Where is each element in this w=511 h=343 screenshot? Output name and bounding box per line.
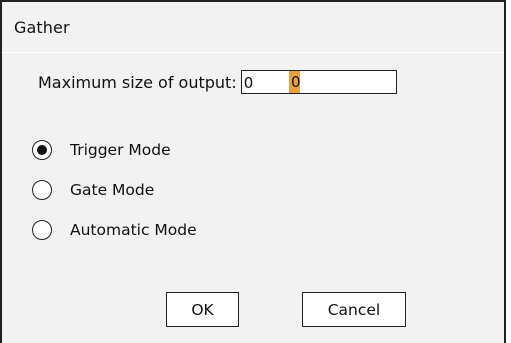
radio-button-unchecked[interactable] [32,220,52,240]
radio-automatic-mode[interactable]: Automatic Mode [32,210,197,250]
radio-button-unchecked[interactable] [32,180,52,200]
cancel-button[interactable]: Cancel [302,292,406,327]
radio-trigger-mode[interactable]: Trigger Mode [32,130,197,170]
radio-gate-mode[interactable]: Gate Mode [32,170,197,210]
max-size-input[interactable] [240,70,397,94]
max-size-label: Maximum size of output: [38,72,237,92]
dialog-title: Gather [14,18,70,37]
radio-label-trigger-mode: Trigger Mode [70,141,171,159]
title-divider [2,52,504,53]
mode-radio-group: Trigger Mode Gate Mode Automatic Mode [32,130,197,250]
radio-label-gate-mode: Gate Mode [70,181,155,199]
gather-dialog: Gather Maximum size of output: 0 Trigger… [0,0,506,343]
max-size-row: Maximum size of output: [38,68,397,96]
radio-button-checked[interactable] [32,140,52,160]
radio-label-automatic-mode: Automatic Mode [70,221,197,239]
ok-button[interactable]: OK [166,292,239,327]
